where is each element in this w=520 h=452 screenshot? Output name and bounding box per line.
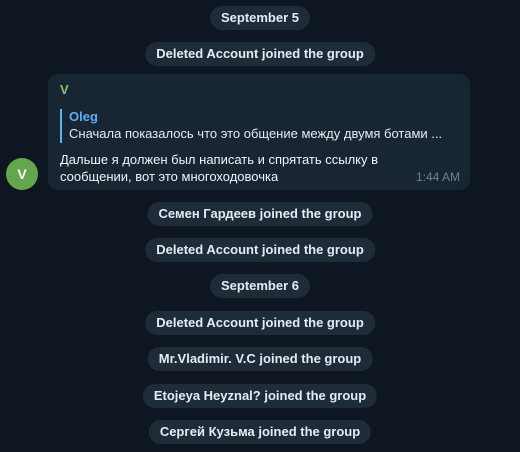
service-message-join: Сергей Кузьма joined the group [148, 420, 372, 444]
service-message-join: Deleted Account joined the group [145, 311, 375, 335]
service-message-join: Etojeya Heyznal? joined the group [142, 384, 378, 408]
avatar[interactable]: V [6, 158, 38, 190]
reply-author: Oleg [69, 109, 98, 124]
sender-name[interactable]: V [60, 82, 460, 98]
service-message-join: Deleted Account joined the group [145, 238, 375, 262]
message-row: V V Oleg Сначала показалось что это обще… [0, 74, 520, 190]
message-time: 1:44 AM [415, 170, 460, 184]
reply-text: Сначала показалось что это общение между… [69, 126, 443, 141]
date-separator: September 6 [209, 274, 311, 298]
chat-history: September 5 Deleted Account joined the g… [0, 0, 520, 452]
message-text: Дальше я должен был написать и спрятать … [60, 152, 379, 184]
service-message-join: Deleted Account joined the group [145, 42, 375, 66]
date-separator: September 5 [209, 6, 311, 30]
reply-quote[interactable]: Oleg Сначала показалось что это общение … [60, 109, 460, 143]
message-bubble[interactable]: V Oleg Сначала показалось что это общени… [48, 74, 470, 190]
service-message-join: Mr.Vladimir. V.C joined the group [147, 347, 373, 371]
service-message-join: Семен Гардеев joined the group [147, 202, 373, 226]
